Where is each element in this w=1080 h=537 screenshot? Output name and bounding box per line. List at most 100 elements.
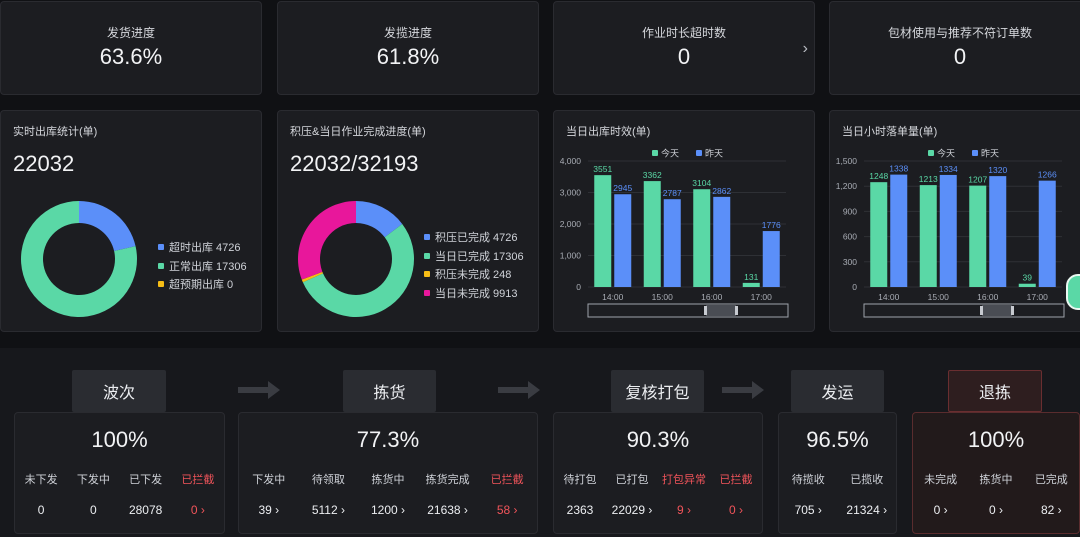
bar-今天-16:00[interactable]	[969, 185, 987, 287]
panel-title: 积压&当日作业完成进度(单)	[290, 126, 426, 138]
legend-item[interactable]: 正常出库 17306	[158, 257, 247, 276]
legend-item[interactable]: 超时出库 4726	[158, 238, 247, 257]
metric-column[interactable]: 待领取 5112 ›	[299, 471, 359, 517]
metric-value[interactable]: 21324 ›	[838, 503, 897, 517]
metric-column[interactable]: 待打包 2363	[554, 471, 606, 517]
stage-tab-shipping[interactable]: 发运	[791, 370, 884, 412]
bar-今天-17:00[interactable]	[742, 282, 760, 287]
metric-column[interactable]: 拣货中 0 ›	[968, 471, 1023, 517]
bar-昨天-16:00[interactable]	[713, 196, 731, 287]
bar-今天-17:00[interactable]	[1018, 283, 1036, 287]
donut-slice-超时出库[interactable]	[79, 201, 136, 252]
side-handle[interactable]	[1066, 274, 1080, 310]
x-tick-label: 14:00	[602, 292, 624, 302]
metric-label: 未下发	[24, 474, 58, 486]
bar-昨天-15:00[interactable]	[663, 199, 681, 287]
hourly-orders-bar-chart[interactable]: 今天 昨天 0 300 600 900 1,200 1,500 12481338 14:00 121…	[830, 141, 1080, 331]
bar-昨天-16:00[interactable]	[989, 176, 1007, 287]
metric-column[interactable]: 未下发 0	[15, 471, 67, 517]
metric-value[interactable]: 2363	[554, 503, 606, 517]
legend-item[interactable]: 当日已完成 17306	[424, 247, 524, 266]
outbound-donut-chart[interactable]	[15, 195, 143, 323]
stage-metrics: 未下发 0 下发中 0 已下发 28078 已拦截 0 ›	[15, 471, 224, 517]
legend-label: 今天	[661, 148, 679, 159]
metric-column[interactable]: 下发中 39 ›	[239, 471, 299, 517]
metric-value[interactable]: 58 ›	[477, 503, 537, 517]
metric-value[interactable]: 0 ›	[913, 503, 968, 517]
legend-item[interactable]: 积压已完成 4726	[424, 228, 524, 247]
metric-value[interactable]: 28078	[120, 503, 172, 517]
metric-value[interactable]: 21638 ›	[418, 503, 478, 517]
y-tick-label: 4,000	[560, 156, 582, 166]
metric-column[interactable]: 已完成 82 ›	[1024, 471, 1079, 517]
metric-label: 未完成	[924, 474, 958, 486]
metric-column[interactable]: 已揽收 21324 ›	[838, 471, 897, 517]
bar-今天-14:00[interactable]	[594, 175, 612, 287]
metric-column[interactable]: 拣货完成 21638 ›	[418, 471, 478, 517]
y-tick-label: 0	[576, 282, 581, 292]
panel-title: 实时出库统计(单)	[13, 126, 98, 138]
slider-handle[interactable]	[980, 306, 983, 315]
metric-column[interactable]: 打包异常 9 ›	[658, 471, 710, 517]
metric-column[interactable]: 已拦截 58 ›	[477, 471, 537, 517]
legend-swatch	[424, 234, 430, 241]
bar-value-label: 1207	[968, 175, 987, 185]
metric-column[interactable]: 已下发 28078	[120, 471, 172, 517]
legend-label: 积压未完成 248	[435, 269, 512, 282]
metric-column[interactable]: 已拦截 0 ›	[710, 471, 762, 517]
backlog-donut-chart[interactable]	[292, 195, 420, 323]
metric-value[interactable]: 22029 ›	[606, 503, 658, 517]
legend-label: 积压已完成 4726	[435, 232, 518, 245]
legend-item[interactable]: 积压未完成 248	[424, 265, 524, 284]
legend-item[interactable]: 超预期出库 0	[158, 275, 247, 294]
stage-tab-wave[interactable]: 波次	[72, 370, 166, 412]
metric-value[interactable]: 82 ›	[1024, 503, 1079, 517]
bar-昨天-17:00[interactable]	[762, 231, 780, 287]
stage-tab-return-picking[interactable]: 退拣	[948, 370, 1042, 412]
metric-column[interactable]: 已打包 22029 ›	[606, 471, 658, 517]
bar-昨天-14:00[interactable]	[890, 174, 908, 287]
bar-昨天-14:00[interactable]	[614, 194, 632, 287]
zoom-slider[interactable]	[863, 303, 1065, 318]
metric-value[interactable]: 39 ›	[239, 503, 299, 517]
metric-column[interactable]: 待揽收 705 ›	[779, 471, 838, 517]
chevron-right-icon[interactable]: ›	[803, 40, 808, 58]
stage-tab-picking[interactable]: 拣货	[343, 370, 436, 412]
metric-value[interactable]: 0	[67, 503, 119, 517]
y-tick-label: 1,500	[836, 156, 858, 166]
stage-card-shipping: 96.5% 待揽收 705 › 已揽收 21324 ›	[778, 412, 897, 534]
metric-value[interactable]: 0 ›	[710, 503, 762, 517]
slider-handle[interactable]	[1011, 306, 1014, 315]
metric-column[interactable]: 未完成 0 ›	[913, 471, 968, 517]
stage-tab-packing[interactable]: 复核打包	[611, 370, 704, 412]
legend-item[interactable]: 当日未完成 9913	[424, 284, 524, 303]
metric-value[interactable]: 1200 ›	[358, 503, 418, 517]
chart-legend: 今天 昨天	[652, 148, 723, 159]
bar-今天-15:00[interactable]	[919, 185, 937, 287]
metric-value[interactable]: 5112 ›	[299, 503, 359, 517]
metric-value[interactable]: 0	[15, 503, 67, 517]
outbound-timeliness-bar-chart[interactable]: 今天 昨天 0 1,000 2,000 3,000 4,000 35512945 14:00 33…	[554, 141, 814, 331]
kpi-card-overtime-count[interactable]: 作业时长超时数 0 ›	[553, 1, 815, 95]
metric-column[interactable]: 已拦截 0 ›	[172, 471, 224, 517]
kpi-card-ship-progress[interactable]: 发货进度 63.6%	[0, 1, 262, 95]
zoom-slider[interactable]	[587, 303, 789, 318]
slider-handle[interactable]	[735, 306, 738, 315]
slider-handle[interactable]	[704, 306, 707, 315]
bar-今天-15:00[interactable]	[643, 181, 661, 287]
legend-label: 超时出库 4726	[169, 242, 241, 255]
kpi-card-pickup-progress[interactable]: 发揽进度 61.8%	[277, 1, 539, 95]
kpi-card-packaging-mismatch[interactable]: 包材使用与推荐不符订单数 0	[829, 1, 1080, 95]
metric-column[interactable]: 拣货中 1200 ›	[358, 471, 418, 517]
metric-value[interactable]: 0 ›	[172, 503, 224, 517]
metric-value[interactable]: 705 ›	[779, 503, 838, 517]
bar-今天-16:00[interactable]	[693, 189, 711, 287]
metric-value[interactable]: 0 ›	[968, 503, 1023, 517]
metric-column[interactable]: 下发中 0	[67, 471, 119, 517]
bar-昨天-17:00[interactable]	[1038, 180, 1056, 287]
bar-今天-14:00[interactable]	[870, 182, 888, 287]
metric-value[interactable]: 9 ›	[658, 503, 710, 517]
y-tick-label: 1,000	[560, 251, 582, 261]
donut-slice-当日未完成[interactable]	[298, 201, 356, 280]
bar-昨天-15:00[interactable]	[939, 174, 957, 287]
